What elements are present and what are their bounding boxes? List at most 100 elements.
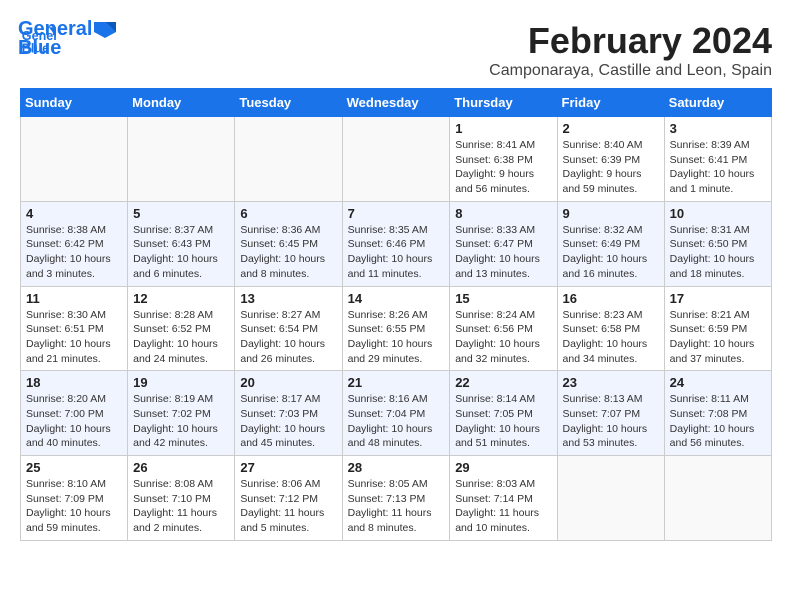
day-info: Sunrise: 8:20 AMSunset: 7:00 PMDaylight:… [26, 392, 122, 451]
day-info: Sunrise: 8:13 AMSunset: 7:07 PMDaylight:… [563, 392, 659, 451]
day-info: Sunrise: 8:32 AMSunset: 6:49 PMDaylight:… [563, 223, 659, 282]
weekday-header-tuesday: Tuesday [235, 89, 342, 117]
calendar-cell [235, 117, 342, 202]
weekday-header-monday: Monday [128, 89, 235, 117]
day-info: Sunrise: 8:27 AMSunset: 6:54 PMDaylight:… [240, 308, 336, 367]
calendar-cell: 28 Sunrise: 8:05 AMSunset: 7:13 PMDayligh… [342, 456, 450, 541]
weekday-header-sunday: Sunday [21, 89, 128, 117]
logo-flag-icon [94, 22, 116, 38]
calendar-cell: 29 Sunrise: 8:03 AMSunset: 7:14 PMDayligh… [450, 456, 557, 541]
calendar-cell: 19 Sunrise: 8:19 AMSunset: 7:02 PMDayligh… [128, 371, 235, 456]
day-info: Sunrise: 8:40 AMSunset: 6:39 PMDaylight:… [563, 138, 659, 197]
day-info: Sunrise: 8:28 AMSunset: 6:52 PMDaylight:… [133, 308, 229, 367]
day-number: 16 [563, 291, 659, 306]
day-info: Sunrise: 8:19 AMSunset: 7:02 PMDaylight:… [133, 392, 229, 451]
day-info: Sunrise: 8:36 AMSunset: 6:45 PMDaylight:… [240, 223, 336, 282]
logo-block: General Blue [18, 18, 116, 60]
day-info: Sunrise: 8:33 AMSunset: 6:47 PMDaylight:… [455, 223, 551, 282]
day-info: Sunrise: 8:31 AMSunset: 6:50 PMDaylight:… [670, 223, 766, 282]
day-info: Sunrise: 8:17 AMSunset: 7:03 PMDaylight:… [240, 392, 336, 451]
calendar-cell: 3 Sunrise: 8:39 AMSunset: 6:41 PMDaylight… [664, 117, 771, 202]
day-number: 28 [348, 460, 445, 475]
calendar-table: SundayMondayTuesdayWednesdayThursdayFrid… [20, 88, 772, 541]
day-number: 25 [26, 460, 122, 475]
day-info: Sunrise: 8:38 AMSunset: 6:42 PMDaylight:… [26, 223, 122, 282]
weekday-header-wednesday: Wednesday [342, 89, 450, 117]
calendar-cell: 6 Sunrise: 8:36 AMSunset: 6:45 PMDaylight… [235, 201, 342, 286]
day-number: 23 [563, 375, 659, 390]
day-number: 20 [240, 375, 336, 390]
calendar-cell: 21 Sunrise: 8:16 AMSunset: 7:04 PMDayligh… [342, 371, 450, 456]
logo-blue: Blue [18, 37, 61, 60]
week-row-2: 4 Sunrise: 8:38 AMSunset: 6:42 PMDaylight… [21, 201, 772, 286]
day-number: 9 [563, 206, 659, 221]
calendar-cell: 23 Sunrise: 8:13 AMSunset: 7:07 PMDayligh… [557, 371, 664, 456]
day-number: 13 [240, 291, 336, 306]
calendar-cell: 16 Sunrise: 8:23 AMSunset: 6:58 PMDayligh… [557, 286, 664, 371]
day-number: 11 [26, 291, 122, 306]
day-info: Sunrise: 8:06 AMSunset: 7:12 PMDaylight:… [240, 477, 336, 536]
day-info: Sunrise: 8:41 AMSunset: 6:38 PMDaylight:… [455, 138, 551, 197]
day-number: 15 [455, 291, 551, 306]
calendar-cell: 11 Sunrise: 8:30 AMSunset: 6:51 PMDayligh… [21, 286, 128, 371]
calendar-cell: 17 Sunrise: 8:21 AMSunset: 6:59 PMDayligh… [664, 286, 771, 371]
calendar-cell: 25 Sunrise: 8:10 AMSunset: 7:09 PMDayligh… [21, 456, 128, 541]
day-number: 1 [455, 121, 551, 136]
day-info: Sunrise: 8:21 AMSunset: 6:59 PMDaylight:… [670, 308, 766, 367]
day-number: 19 [133, 375, 229, 390]
day-number: 17 [670, 291, 766, 306]
day-info: Sunrise: 8:24 AMSunset: 6:56 PMDaylight:… [455, 308, 551, 367]
calendar-cell: 5 Sunrise: 8:37 AMSunset: 6:43 PMDaylight… [128, 201, 235, 286]
day-info: Sunrise: 8:11 AMSunset: 7:08 PMDaylight:… [670, 392, 766, 451]
day-info: Sunrise: 8:03 AMSunset: 7:14 PMDaylight:… [455, 477, 551, 536]
calendar-cell: 27 Sunrise: 8:06 AMSunset: 7:12 PMDayligh… [235, 456, 342, 541]
month-year-title: February 2024 [20, 20, 772, 62]
calendar-cell: 10 Sunrise: 8:31 AMSunset: 6:50 PMDayligh… [664, 201, 771, 286]
calendar-cell: 22Sunrise: 8:14 AMSunset: 7:05 PMDayligh… [450, 371, 557, 456]
day-info: Sunrise: 8:39 AMSunset: 6:41 PMDaylight:… [670, 138, 766, 197]
day-number: 2 [563, 121, 659, 136]
day-number: 4 [26, 206, 122, 221]
calendar-cell: 15 Sunrise: 8:24 AMSunset: 6:56 PMDayligh… [450, 286, 557, 371]
day-number: 29 [455, 460, 551, 475]
weekday-header-thursday: Thursday [450, 89, 557, 117]
day-number: 14 [348, 291, 445, 306]
weekday-header-saturday: Saturday [664, 89, 771, 117]
location-subtitle: Camponaraya, Castille and Leon, Spain [20, 62, 772, 80]
day-number: 21 [348, 375, 445, 390]
day-info: Sunrise: 8:08 AMSunset: 7:10 PMDaylight:… [133, 477, 229, 536]
day-number: 6 [240, 206, 336, 221]
week-row-1: 1 Sunrise: 8:41 AMSunset: 6:38 PMDaylight… [21, 117, 772, 202]
weekday-header-row: SundayMondayTuesdayWednesdayThursdayFrid… [21, 89, 772, 117]
weekday-header-friday: Friday [557, 89, 664, 117]
day-number: 5 [133, 206, 229, 221]
day-number: 12 [133, 291, 229, 306]
calendar-cell: 14Sunrise: 8:26 AMSunset: 6:55 PMDayligh… [342, 286, 450, 371]
calendar-cell: 8 Sunrise: 8:33 AMSunset: 6:47 PMDaylight… [450, 201, 557, 286]
day-info: Sunrise: 8:30 AMSunset: 6:51 PMDaylight:… [26, 308, 122, 367]
day-info: Sunrise: 8:16 AMSunset: 7:04 PMDaylight:… [348, 392, 445, 451]
day-number: 8 [455, 206, 551, 221]
day-number: 10 [670, 206, 766, 221]
day-number: 27 [240, 460, 336, 475]
day-number: 3 [670, 121, 766, 136]
calendar-cell: 2 Sunrise: 8:40 AMSunset: 6:39 PMDaylight… [557, 117, 664, 202]
day-number: 22 [455, 375, 551, 390]
calendar-cell: 24Sunrise: 8:11 AMSunset: 7:08 PMDayligh… [664, 371, 771, 456]
calendar-cell [128, 117, 235, 202]
day-info: Sunrise: 8:23 AMSunset: 6:58 PMDaylight:… [563, 308, 659, 367]
calendar-cell [557, 456, 664, 541]
calendar-cell: 13 Sunrise: 8:27 AMSunset: 6:54 PMDayligh… [235, 286, 342, 371]
calendar-cell: 1 Sunrise: 8:41 AMSunset: 6:38 PMDaylight… [450, 117, 557, 202]
calendar-cell [21, 117, 128, 202]
day-info: Sunrise: 8:37 AMSunset: 6:43 PMDaylight:… [133, 223, 229, 282]
day-number: 18 [26, 375, 122, 390]
day-info: Sunrise: 8:35 AMSunset: 6:46 PMDaylight:… [348, 223, 445, 282]
day-info: Sunrise: 8:05 AMSunset: 7:13 PMDaylight:… [348, 477, 445, 536]
day-info: Sunrise: 8:10 AMSunset: 7:09 PMDaylight:… [26, 477, 122, 536]
calendar-cell: 12 Sunrise: 8:28 AMSunset: 6:52 PMDayligh… [128, 286, 235, 371]
week-row-3: 11 Sunrise: 8:30 AMSunset: 6:51 PMDayligh… [21, 286, 772, 371]
calendar-cell [664, 456, 771, 541]
calendar-cell: 18 Sunrise: 8:20 AMSunset: 7:00 PMDayligh… [21, 371, 128, 456]
day-number: 26 [133, 460, 229, 475]
